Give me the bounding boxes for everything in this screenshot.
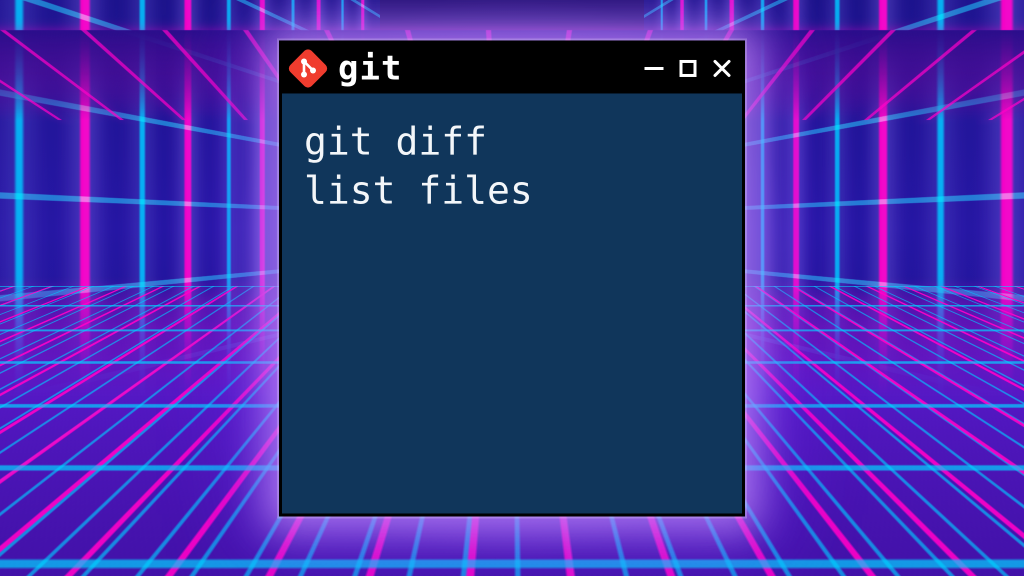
minimize-button[interactable] xyxy=(642,56,666,80)
terminal-window: git git diff list files xyxy=(279,40,745,516)
maximize-icon xyxy=(677,57,699,79)
titlebar[interactable]: git xyxy=(282,43,742,93)
minimize-icon xyxy=(643,57,665,79)
window-title: git xyxy=(338,51,402,85)
close-icon xyxy=(711,57,733,79)
terminal-output[interactable]: git diff list files xyxy=(282,93,742,513)
close-button[interactable] xyxy=(710,56,734,80)
maximize-button[interactable] xyxy=(676,56,700,80)
git-logo-icon xyxy=(288,48,328,88)
window-controls xyxy=(642,56,734,80)
